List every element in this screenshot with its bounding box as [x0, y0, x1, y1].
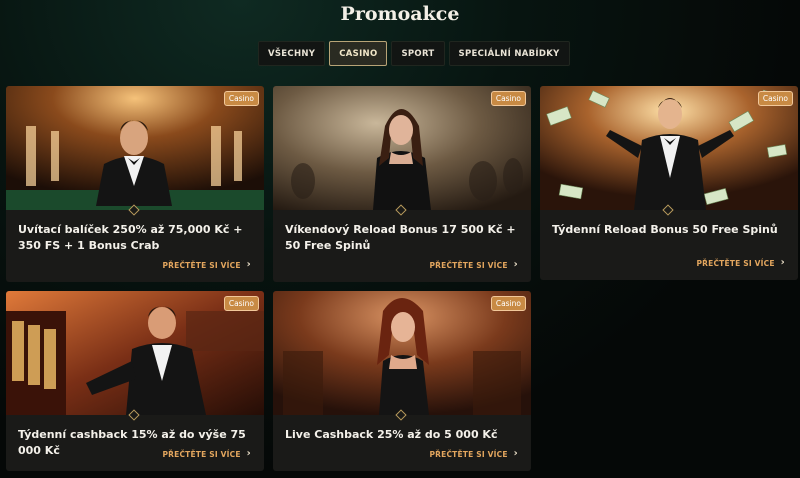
promo-image-slot-player: Casino	[6, 291, 264, 415]
promo-image-woman-casino: Casino	[273, 86, 531, 210]
page-title: Promoakce	[340, 3, 460, 25]
promo-card-live-cashback[interactable]: Casino Live Cashback 25% až do 5 000 Kč …	[273, 291, 531, 471]
category-badge: Casino	[490, 296, 526, 311]
read-more-link[interactable]: PŘEČTĚTE SI VÍCE ›	[162, 260, 251, 270]
promo-title: Víkendový Reload Bonus 17 500 Kč + 50 Fr…	[285, 223, 516, 252]
promo-image-money-rain: Casino	[540, 86, 798, 210]
read-more-label: PŘEČTĚTE SI VÍCE	[429, 260, 508, 270]
category-badge: Casino	[223, 296, 259, 311]
chevron-right-icon: ›	[513, 448, 518, 459]
category-badge: Casino	[757, 91, 793, 106]
promo-image-dealer-table: Casino	[6, 86, 264, 210]
promo-card-weekly-reload[interactable]: Casino Týdenní Reload Bonus 50 Free Spin…	[540, 86, 798, 280]
tab-all[interactable]: VŠECHNY	[258, 41, 326, 66]
read-more-label: PŘEČTĚTE SI VÍCE	[162, 449, 241, 459]
category-badge: Casino	[223, 91, 259, 106]
tab-sport[interactable]: SPORT	[391, 41, 445, 66]
promo-image-woman-live: Casino	[273, 291, 531, 415]
tab-casino[interactable]: CASINO	[329, 41, 388, 66]
read-more-link[interactable]: PŘEČTĚTE SI VÍCE ›	[696, 258, 785, 268]
chevron-right-icon: ›	[246, 448, 251, 459]
category-tabs: VŠECHNY CASINO SPORT SPECIÁLNÍ NABÍDKY	[258, 41, 570, 66]
read-more-label: PŘEČTĚTE SI VÍCE	[696, 258, 775, 268]
read-more-label: PŘEČTĚTE SI VÍCE	[429, 449, 508, 459]
promo-title: Uvítací balíček 250% až 75,000 Kč + 350 …	[18, 223, 243, 252]
category-badge: Casino	[490, 91, 526, 106]
chevron-right-icon: ›	[780, 257, 785, 268]
chevron-right-icon: ›	[246, 259, 251, 270]
promo-card-weekend-reload[interactable]: Casino Víkendový Reload Bonus 17 500 Kč …	[273, 86, 531, 282]
promo-title: Live Cashback 25% až do 5 000 Kč	[285, 428, 498, 441]
read-more-link[interactable]: PŘEČTĚTE SI VÍCE ›	[429, 260, 518, 270]
read-more-link[interactable]: PŘEČTĚTE SI VÍCE ›	[162, 449, 251, 459]
promo-card-weekly-cashback[interactable]: Casino Týdenní cashback 15% až do výše 7…	[6, 291, 264, 471]
promo-card-welcome[interactable]: Casino Uvítací balíček 250% až 75,000 Kč…	[6, 86, 264, 282]
chevron-right-icon: ›	[513, 259, 518, 270]
read-more-link[interactable]: PŘEČTĚTE SI VÍCE ›	[429, 449, 518, 459]
read-more-label: PŘEČTĚTE SI VÍCE	[162, 260, 241, 270]
tab-special-offers[interactable]: SPECIÁLNÍ NABÍDKY	[448, 41, 570, 66]
promo-title: Týdenní Reload Bonus 50 Free Spinů	[552, 223, 778, 236]
